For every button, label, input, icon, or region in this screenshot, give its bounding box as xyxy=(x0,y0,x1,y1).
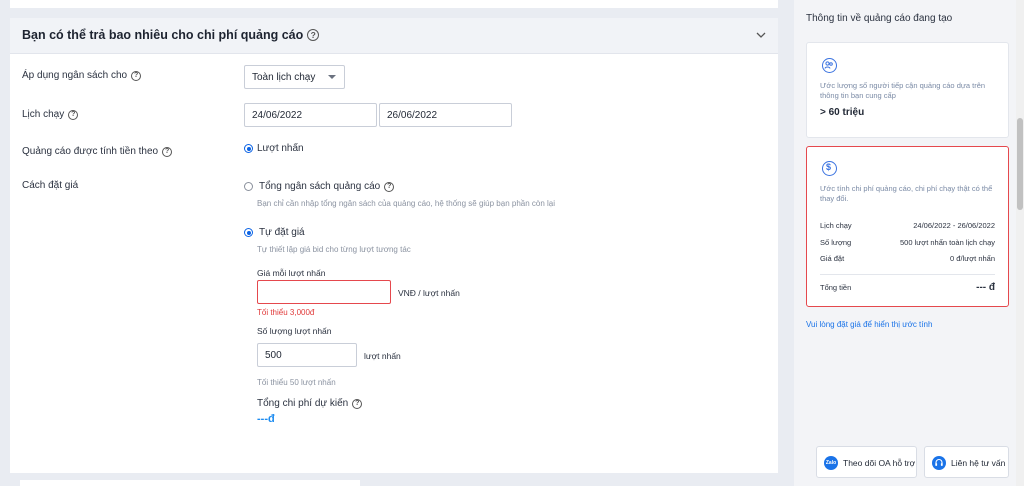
contact-button-label: Liên hệ tư vấn xyxy=(951,458,1006,468)
schedule-label: Lịch chạy? xyxy=(22,109,79,120)
end-date-input[interactable]: 26/06/2022 xyxy=(379,103,512,127)
total-budget-radio[interactable] xyxy=(244,182,253,191)
chevron-down-icon[interactable] xyxy=(756,30,766,40)
follow-oa-button[interactable]: Zalo Theo dõi OA hỗ trợ xyxy=(816,446,917,478)
clicks-label: Số lượng lượt nhấn xyxy=(257,326,332,336)
total-row-key: Tổng tiền xyxy=(820,283,852,292)
cost-estimate-card: $ Ước tính chi phí quảng cáo, chi phí ch… xyxy=(806,146,1009,307)
estimate-hint-link[interactable]: Vui lòng đặt giá để hiển thị ước tính xyxy=(806,320,932,329)
quantity-row-key: Số lượng xyxy=(820,238,852,247)
dollar-icon: $ xyxy=(822,161,837,176)
cost-description: Ước tính chi phí quảng cáo, chi phí chạy… xyxy=(820,184,993,203)
headset-icon xyxy=(932,456,946,470)
reach-value: > 60 triệu xyxy=(820,107,865,118)
section-title-text: Bạn có thể trả bao nhiêu cho chi phí quả… xyxy=(22,28,304,42)
budget-apply-label: Áp dụng ngân sách cho? xyxy=(22,70,142,81)
bid-price-row-value: 0 đ/lượt nhấn xyxy=(950,254,995,263)
section-title: Bạn có thể trả bao nhiêu cho chi phí quả… xyxy=(22,28,320,42)
manual-bid-radio[interactable] xyxy=(244,228,253,237)
help-icon[interactable]: ? xyxy=(162,147,173,157)
total-budget-option-text: Tổng ngân sách quảng cáo xyxy=(259,181,381,192)
manual-bid-description: Tự thiết lập giá bid cho từng lượt tương… xyxy=(257,245,411,254)
schedule-row-value: 24/06/2022 - 26/06/2022 xyxy=(913,221,995,230)
total-row-value: --- đ xyxy=(976,282,995,293)
follow-oa-button-label: Theo dõi OA hỗ trợ xyxy=(843,458,916,468)
price-unit: VNĐ / lượt nhấn xyxy=(398,288,460,298)
clicks-hint: Tối thiểu 50 lượt nhấn xyxy=(257,378,336,387)
total-cost-label-text: Tổng chi phí dự kiến xyxy=(257,398,349,409)
caret-down-icon xyxy=(328,75,336,79)
main-area: Bạn có thể trả bao nhiêu cho chi phí quả… xyxy=(0,0,794,486)
billing-click-radio[interactable] xyxy=(244,144,253,153)
reach-description: Ước lượng số người tiếp cận quảng cáo dự… xyxy=(820,81,986,100)
contact-button[interactable]: Liên hệ tư vấn xyxy=(924,446,1009,478)
billing-label-text: Quảng cáo được tính tiền theo xyxy=(22,146,159,157)
billing-label: Quảng cáo được tính tiền theo? xyxy=(22,146,173,157)
total-budget-description: Bạn chỉ cần nhập tổng ngân sách của quản… xyxy=(257,199,556,208)
divider xyxy=(820,274,995,275)
help-icon[interactable]: ? xyxy=(131,71,142,81)
total-cost-label: Tổng chi phí dự kiến? xyxy=(257,398,363,409)
start-date-input[interactable]: 24/06/2022 xyxy=(244,103,377,127)
manual-bid-option: Tự đặt giá xyxy=(259,227,305,238)
help-icon[interactable]: ? xyxy=(384,182,395,192)
scrollbar-thumb[interactable] xyxy=(1017,118,1023,210)
quantity-row-value: 500 lượt nhấn toàn lịch chạy xyxy=(900,238,995,247)
panel-title: Thông tin về quảng cáo đang tạo xyxy=(806,13,953,24)
schedule-row-key: Lịch chạy xyxy=(820,221,852,230)
previous-section-card xyxy=(10,0,778,8)
total-cost-value: ---đ xyxy=(257,413,275,425)
page-scrollbar[interactable] xyxy=(1016,0,1024,486)
help-icon[interactable]: ? xyxy=(352,399,363,409)
clicks-unit: lượt nhấn xyxy=(364,351,401,361)
budget-apply-select-value: Toàn lịch chạy xyxy=(252,72,316,83)
bid-method-label: Cách đặt giá xyxy=(22,180,79,191)
price-per-click-input[interactable] xyxy=(257,280,391,304)
bid-price-row-key: Giá đặt xyxy=(820,254,845,263)
users-icon xyxy=(822,58,837,73)
budget-apply-select[interactable]: Toàn lịch chạy xyxy=(244,65,345,89)
zalo-icon: Zalo xyxy=(824,456,838,470)
budget-apply-label-text: Áp dụng ngân sách cho xyxy=(22,70,128,81)
price-error: Tối thiểu 3,000đ xyxy=(257,308,315,317)
total-budget-option: Tổng ngân sách quảng cáo? xyxy=(259,181,395,192)
billing-click-label: Lượt nhấn xyxy=(257,143,304,154)
price-per-click-label: Giá mỗi lượt nhấn xyxy=(257,268,326,278)
bid-section-card: Bạn có thể trả bao nhiêu cho chi phí quả… xyxy=(10,18,778,473)
help-icon[interactable]: ? xyxy=(307,29,320,41)
info-panel: Thông tin về quảng cáo đang tạo Ước lượn… xyxy=(794,0,1016,486)
schedule-label-text: Lịch chạy xyxy=(22,109,65,120)
reach-card: Ước lượng số người tiếp cận quảng cáo dự… xyxy=(806,42,1009,138)
section-header[interactable]: Bạn có thể trả bao nhiêu cho chi phí quả… xyxy=(10,18,778,54)
help-icon[interactable]: ? xyxy=(68,110,79,120)
next-section-card xyxy=(20,480,360,486)
clicks-input[interactable]: 500 xyxy=(257,343,357,367)
